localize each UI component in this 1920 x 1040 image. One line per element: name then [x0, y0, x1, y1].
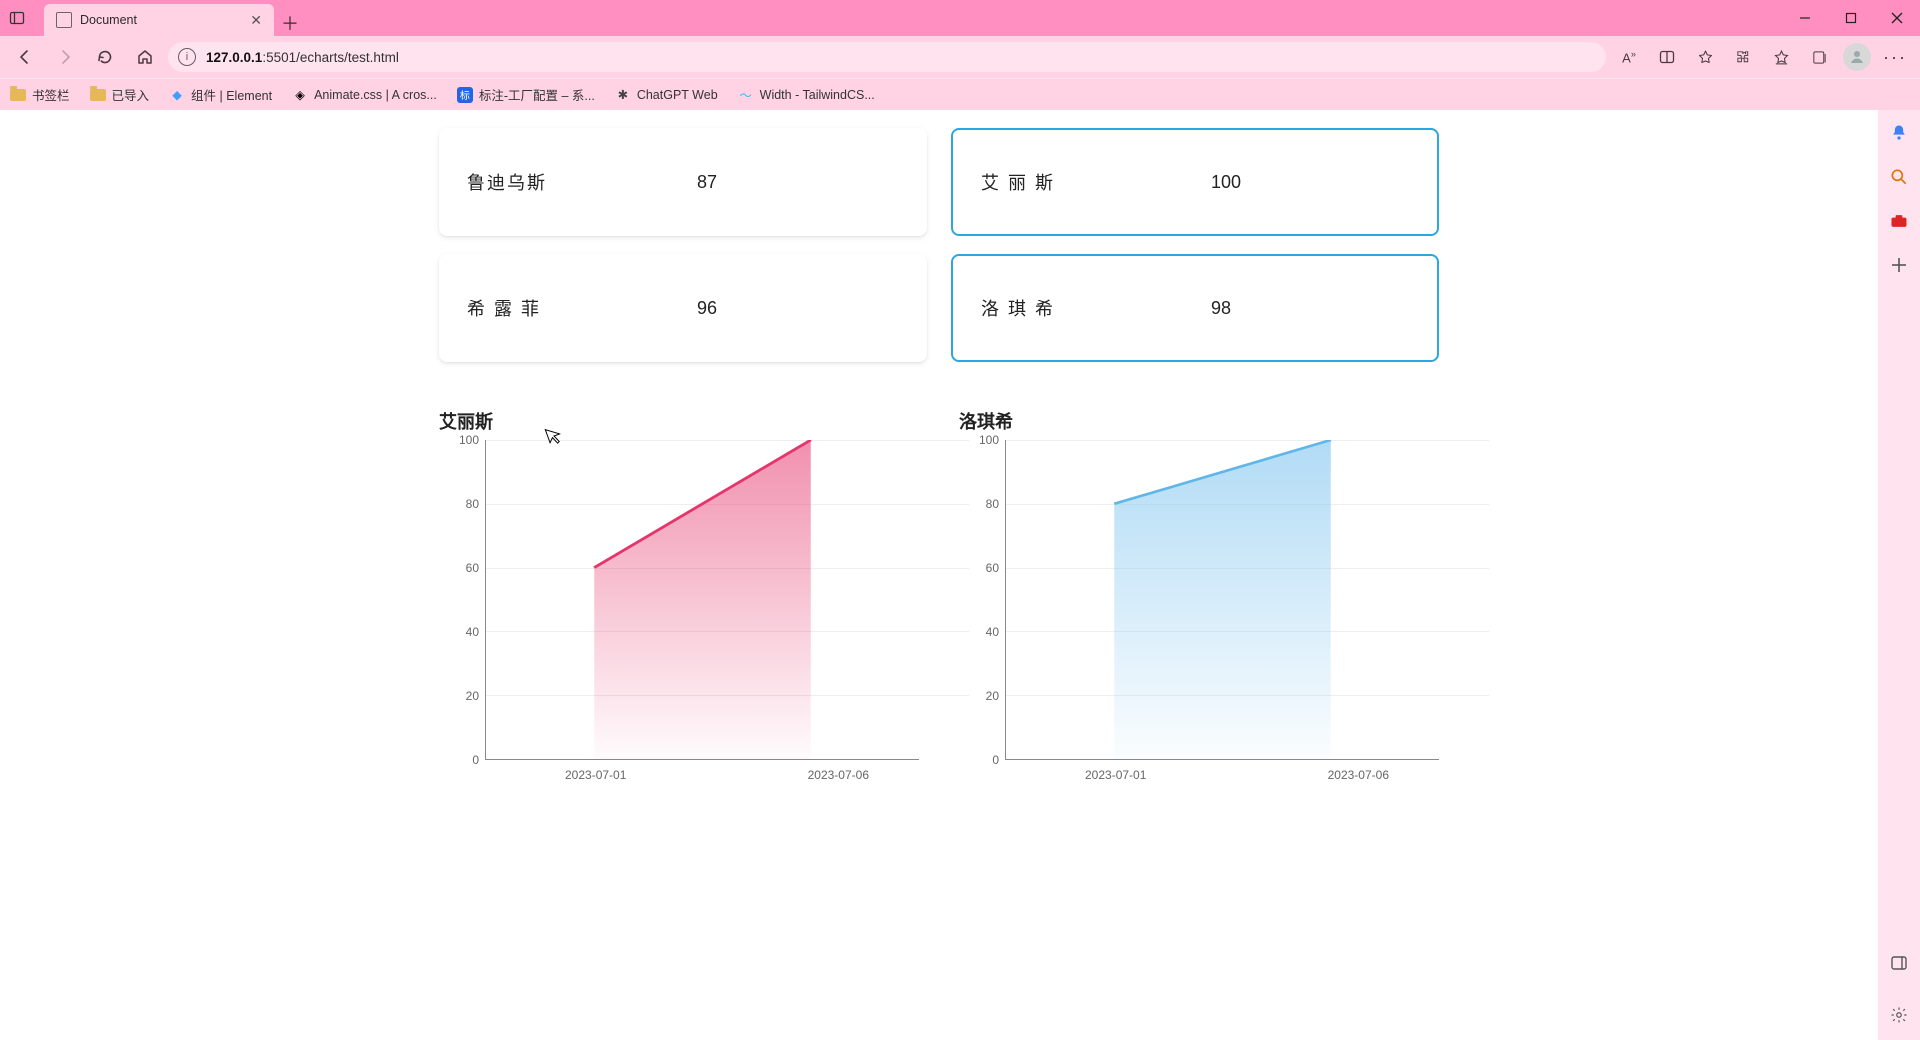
card-value: 98 — [1211, 298, 1231, 319]
notification-bell-icon[interactable] — [1888, 122, 1910, 144]
chart-ailisi: 艾丽斯 100 80 60 40 20 0 — [439, 408, 919, 782]
score-card[interactable]: 艾 丽 斯 100 — [951, 128, 1439, 236]
bookmarks-bar: 书签栏 已导入 ◆组件 | Element ◈Animate.css | A c… — [0, 78, 1920, 110]
favorites-bar-icon[interactable] — [1764, 40, 1798, 74]
split-screen-icon[interactable] — [1650, 40, 1684, 74]
bookmark-link[interactable]: ◈Animate.css | A cros... — [292, 87, 437, 103]
extensions-icon[interactable] — [1726, 40, 1760, 74]
add-sidebar-item-icon[interactable] — [1888, 254, 1910, 276]
window-close-button[interactable] — [1874, 0, 1920, 36]
area-series — [1006, 440, 1439, 759]
toolbox-icon[interactable] — [1888, 210, 1910, 232]
toolbar: i 127.0.0.1:5501/echarts/test.html A» ··… — [0, 36, 1920, 78]
element-ui-icon: ◆ — [169, 87, 185, 103]
chart-title: 艾丽斯 — [439, 408, 919, 434]
url-text: 127.0.0.1:5501/echarts/test.html — [206, 50, 1596, 65]
favorite-icon[interactable] — [1688, 40, 1722, 74]
y-axis: 100 80 60 40 20 0 — [439, 440, 485, 760]
bookmark-link[interactable]: 〜Width - TailwindCS... — [738, 87, 875, 103]
profile-button[interactable] — [1840, 40, 1874, 74]
chart-title: 洛琪希 — [959, 408, 1439, 434]
forward-button[interactable] — [48, 40, 82, 74]
titlebar: Document ✕ ＋ — [0, 0, 1920, 36]
folder-icon — [90, 89, 106, 101]
plot-area[interactable] — [1005, 440, 1439, 760]
card-value: 87 — [697, 172, 717, 193]
tailwind-icon: 〜 — [738, 87, 754, 103]
chatgpt-icon: ✱ — [615, 87, 631, 103]
score-card[interactable]: 鲁迪乌斯 87 — [439, 128, 927, 236]
refresh-button[interactable] — [88, 40, 122, 74]
browser-tab[interactable]: Document ✕ — [44, 4, 274, 36]
chart-luoqixi: 洛琪希 100 80 60 40 20 0 — [959, 408, 1439, 782]
sidebar-settings-icon[interactable] — [1888, 1004, 1910, 1026]
page-favicon-icon — [56, 12, 72, 28]
close-tab-icon[interactable]: ✕ — [250, 12, 262, 29]
charts-row: 艾丽斯 100 80 60 40 20 0 — [439, 408, 1439, 782]
bookmark-folder[interactable]: 已导入 — [90, 85, 150, 104]
cards-grid: 鲁迪乌斯 87 艾 丽 斯 100 希 露 菲 96 洛 琪 希 98 — [439, 128, 1439, 362]
animate-css-icon: ◈ — [292, 87, 308, 103]
read-aloud-icon[interactable]: A» — [1612, 40, 1646, 74]
card-name: 艾 丽 斯 — [981, 169, 1211, 195]
collections-icon[interactable] — [1802, 40, 1836, 74]
back-button[interactable] — [8, 40, 42, 74]
tab-actions-icon[interactable] — [0, 0, 34, 36]
x-axis: 2023-07-01 2023-07-06 — [485, 760, 919, 782]
home-button[interactable] — [128, 40, 162, 74]
card-name: 洛 琪 希 — [981, 295, 1211, 321]
window-minimize-button[interactable] — [1782, 0, 1828, 36]
tab-title: Document — [80, 13, 242, 27]
x-axis: 2023-07-01 2023-07-06 — [1005, 760, 1439, 782]
window-maximize-button[interactable] — [1828, 0, 1874, 36]
area-series — [486, 440, 919, 759]
sidebar-collapse-icon[interactable] — [1888, 952, 1910, 974]
card-name: 希 露 菲 — [467, 295, 697, 321]
bookmark-link[interactable]: ◆组件 | Element — [169, 85, 272, 104]
card-value: 96 — [697, 298, 717, 319]
y-axis: 100 80 60 40 20 0 — [959, 440, 1005, 760]
card-value: 100 — [1211, 172, 1241, 193]
menu-button[interactable]: ··· — [1878, 40, 1912, 74]
edge-sidebar — [1878, 110, 1920, 1040]
annotation-icon: 标 — [457, 87, 473, 103]
search-icon[interactable] — [1888, 166, 1910, 188]
site-info-icon[interactable]: i — [178, 48, 196, 66]
card-name: 鲁迪乌斯 — [467, 169, 697, 195]
new-tab-button[interactable]: ＋ — [274, 10, 306, 36]
score-card[interactable]: 希 露 菲 96 — [439, 254, 927, 362]
bookmark-folder[interactable]: 书签栏 — [10, 85, 70, 104]
score-card[interactable]: 洛 琪 希 98 — [951, 254, 1439, 362]
page-content: 鲁迪乌斯 87 艾 丽 斯 100 希 露 菲 96 洛 琪 希 98 艾丽斯 — [0, 110, 1878, 1040]
bookmark-link[interactable]: 标标注-工厂配置 – 系... — [457, 85, 595, 104]
address-bar[interactable]: i 127.0.0.1:5501/echarts/test.html — [168, 42, 1606, 72]
bookmark-link[interactable]: ✱ChatGPT Web — [615, 87, 718, 103]
folder-icon — [10, 89, 26, 101]
plot-area[interactable] — [485, 440, 919, 760]
